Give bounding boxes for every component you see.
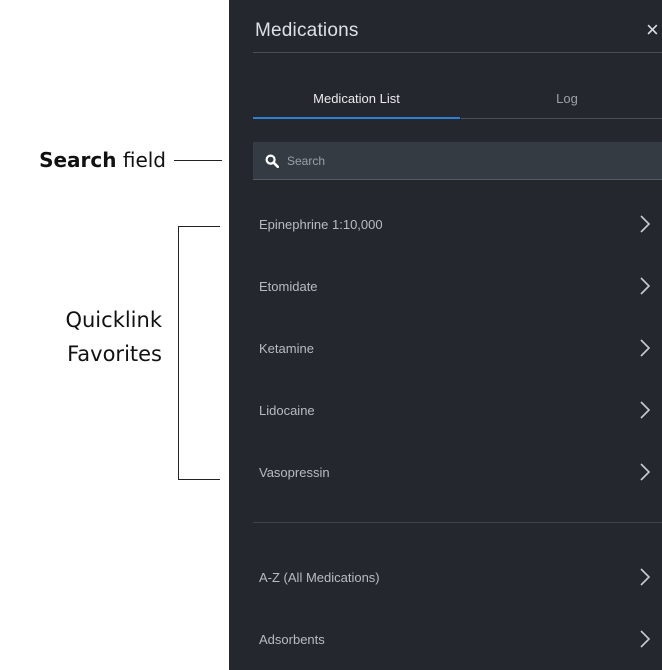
section-divider <box>253 522 662 523</box>
search-icon <box>265 154 279 168</box>
chevron-right-icon <box>640 215 651 233</box>
title-divider <box>253 52 662 53</box>
annotation-text: field <box>116 148 166 172</box>
categories-list: A-Z (All Medications) Adsorbents <box>253 546 662 670</box>
chevron-right-icon <box>640 401 651 419</box>
list-item-label: A-Z (All Medications) <box>259 569 380 585</box>
list-item-label: Lidocaine <box>259 402 315 418</box>
search-annotation-pointer-line <box>174 160 222 161</box>
list-item-label: Vasopressin <box>259 464 330 480</box>
list-item[interactable]: Epinephrine 1:10,000 <box>253 193 662 255</box>
screenshot-stage: Search field Quicklink Favorites Medicat… <box>0 0 662 670</box>
search-field[interactable] <box>253 142 662 180</box>
active-tab-indicator <box>253 117 460 119</box>
tab-medication-list[interactable]: Medication List <box>253 80 460 118</box>
list-item[interactable]: Ketamine <box>253 317 662 379</box>
search-input[interactable] <box>285 142 649 180</box>
tab-underline <box>461 118 662 119</box>
annotation-line-2: Favorites <box>67 342 162 366</box>
annotation-bold-text: Search <box>39 148 117 172</box>
chevron-right-icon <box>640 277 651 295</box>
list-item[interactable]: Vasopressin <box>253 441 662 503</box>
medications-panel: Medications × Medication List Log Epinep… <box>229 0 662 670</box>
favorites-list: Epinephrine 1:10,000 Etomidate Ketamine … <box>253 193 662 503</box>
annotation-line-1: Quicklink <box>65 308 162 332</box>
chevron-right-icon <box>640 339 651 357</box>
list-item-label: Etomidate <box>259 278 318 294</box>
panel-title: Medications <box>255 20 359 41</box>
tab-log[interactable]: Log <box>461 80 662 118</box>
list-item-label: Adsorbents <box>259 631 325 647</box>
list-item[interactable]: A-Z (All Medications) <box>253 546 662 608</box>
chevron-right-icon <box>640 630 651 648</box>
list-item[interactable]: Etomidate <box>253 255 662 317</box>
quicklink-favorites-annotation: Quicklink Favorites <box>0 303 162 371</box>
list-item-label: Ketamine <box>259 340 314 356</box>
list-item[interactable]: Adsorbents <box>253 608 662 670</box>
search-field-annotation: Search field <box>0 147 166 173</box>
chevron-right-icon <box>640 463 651 481</box>
favorites-bracket <box>178 226 220 480</box>
chevron-right-icon <box>640 568 651 586</box>
list-item[interactable]: Lidocaine <box>253 379 662 441</box>
tab-bar: Medication List Log <box>253 80 662 120</box>
close-icon[interactable]: × <box>646 17 659 43</box>
list-item-label: Epinephrine 1:10,000 <box>259 216 383 232</box>
